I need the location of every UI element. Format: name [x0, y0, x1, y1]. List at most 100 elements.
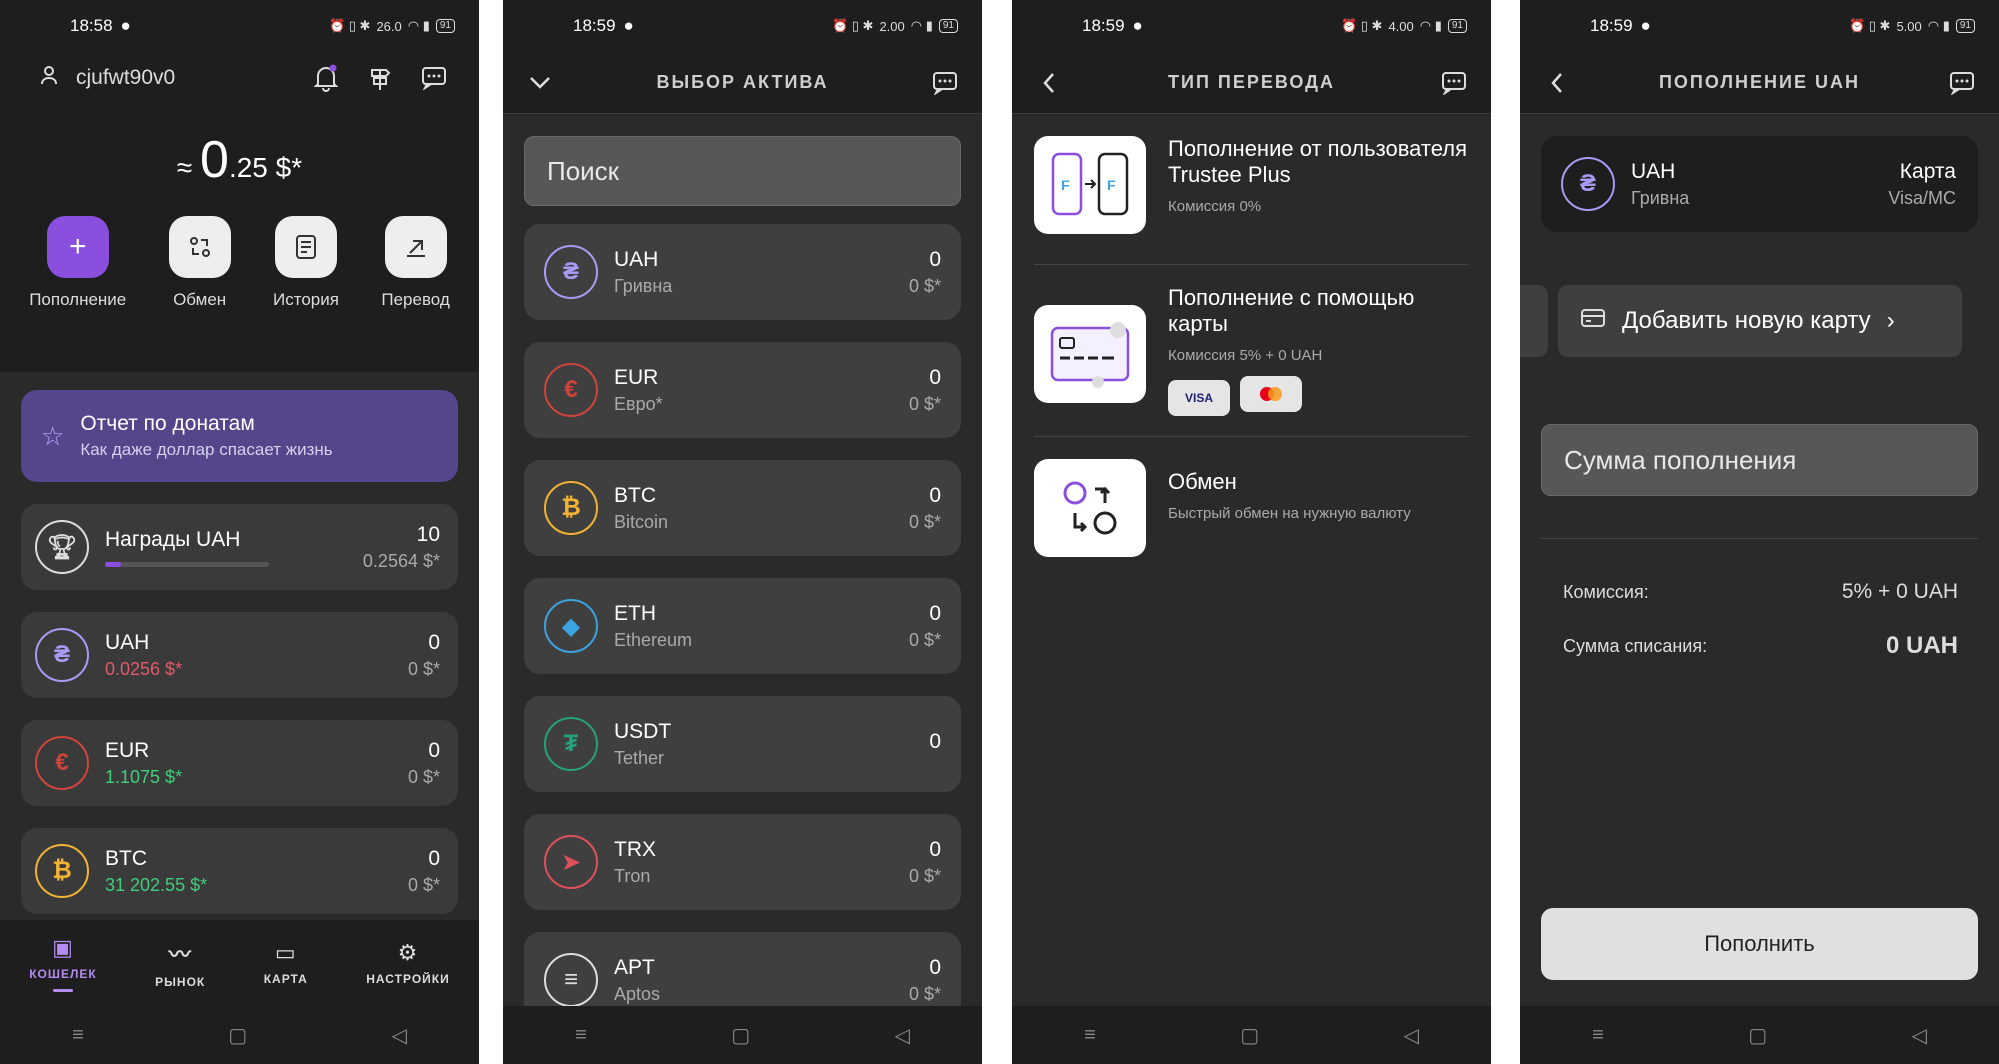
back-arrow-icon[interactable]: [1034, 68, 1064, 98]
asset-card-eur[interactable]: € EUR 1.1075 $* 0 0 $*: [21, 720, 458, 806]
asset-list-item[interactable]: € EUR Евро* 0 0 $*: [524, 342, 961, 438]
home-icon[interactable]: ▢: [731, 1023, 750, 1048]
home-icon[interactable]: ▢: [228, 1023, 247, 1048]
menu-icon[interactable]: ≡: [575, 1024, 587, 1047]
search-input[interactable]: Поиск: [524, 136, 961, 206]
asset-code: APT: [614, 955, 655, 979]
fee-row: Комиссия: 5% + 0 UAH: [1563, 580, 1958, 604]
battery-icon: 91: [435, 19, 455, 33]
menu-icon[interactable]: ≡: [1084, 1024, 1096, 1047]
option-title: Пополнение от пользователя Trustee Plus: [1168, 136, 1467, 187]
back-icon[interactable]: ◁: [1403, 1023, 1418, 1048]
signpost-icon[interactable]: [365, 63, 395, 93]
chevron-down-icon[interactable]: [525, 68, 555, 98]
topup-submit-button[interactable]: Пополнить: [1541, 908, 1978, 980]
bottom-tab-bar: ▣ КОШЕЛЕК 〰 РЫНОК ▭ КАРТА ⚙ НАСТРОЙКИ: [0, 920, 479, 1006]
header-icons: [311, 63, 449, 93]
asset-list-item[interactable]: ₮ USDT Tether 0: [524, 696, 961, 792]
topup-action-button[interactable]: + Пополнение: [29, 216, 126, 310]
asset-amount: 0: [929, 730, 941, 753]
asset-usd: 0 $*: [908, 511, 941, 532]
system-nav-bar: ≡ ▢ ◁: [503, 1006, 982, 1064]
currency-name: Гривна: [1631, 187, 1690, 208]
asset-list-item[interactable]: ◆ ETH Ethereum 0 0 $*: [524, 578, 961, 674]
button-label: Пополнить: [1704, 931, 1815, 956]
send-arrow-icon: [384, 216, 447, 278]
add-card-label: Добавить новую карту: [1622, 307, 1871, 334]
rewards-amount: 10: [416, 522, 440, 546]
option-trustee-transfer[interactable]: FF Пополнение от пользователя Trustee Pl…: [1012, 136, 1491, 234]
back-icon[interactable]: ◁: [894, 1023, 909, 1048]
tab-settings[interactable]: ⚙ НАСТРОЙКИ: [366, 940, 449, 986]
asset-name: Tron: [614, 865, 651, 886]
asset-card-uah[interactable]: ₴ UAH 0.0256 $* 0 0 $*: [21, 612, 458, 698]
status-bar: 18:59 ● ⏰ ▯ ✱ 4.00 ◠ ▮ 91: [1012, 0, 1491, 52]
tab-market[interactable]: 〰 РЫНОК: [155, 937, 205, 989]
chat-icon[interactable]: [419, 63, 449, 93]
chat-icon[interactable]: [930, 68, 960, 98]
back-icon[interactable]: ◁: [1911, 1023, 1926, 1048]
wallet-actions: + Пополнение Обмен История Перевод: [0, 216, 479, 310]
asset-rate: 1.1075 $*: [105, 766, 183, 787]
action-label: Перевод: [381, 290, 450, 309]
tab-card[interactable]: ▭ КАРТА: [264, 940, 308, 986]
previous-card-peek[interactable]: [1520, 285, 1548, 357]
battery-icon: 91: [1447, 19, 1467, 33]
total-balance: ≈ 0.25 $*: [0, 130, 479, 190]
exchange-action-button[interactable]: Обмен: [168, 216, 231, 310]
asset-name: Ethereum: [614, 629, 693, 650]
notifications-bell-icon[interactable]: [311, 63, 341, 93]
currency-method-card: ₴ UAH Гривна Карта Visa/MC: [1541, 136, 1978, 232]
menu-icon[interactable]: ≡: [72, 1024, 84, 1047]
credit-card-icon: [1580, 307, 1606, 335]
hryvnia-icon: ₴: [35, 628, 89, 682]
username: cjufwt90v0: [76, 66, 176, 89]
tab-label: НАСТРОЙКИ: [366, 972, 450, 986]
asset-amount: 0: [929, 601, 941, 625]
amount-input[interactable]: Сумма пополнения: [1541, 424, 1978, 496]
rewards-usd: 0.2564 $*: [362, 550, 440, 571]
gear-icon: ⚙: [397, 940, 419, 965]
chat-icon[interactable]: [1439, 68, 1469, 98]
history-action-button[interactable]: История: [273, 216, 339, 310]
net-speed: 4.00: [1388, 18, 1414, 34]
tab-label: КАРТА: [263, 972, 308, 986]
asset-list-item[interactable]: ₿ BTC Bitcoin 0 0 $*: [524, 460, 961, 556]
home-icon[interactable]: ▢: [1748, 1023, 1767, 1048]
rewards-card[interactable]: 🏆︎ Награды UAH 10 0.2564 $*: [21, 504, 458, 590]
user-icon: [40, 65, 58, 91]
asset-name: Евро*: [614, 393, 663, 414]
asset-name: Aptos: [614, 983, 661, 1004]
home-icon[interactable]: ▢: [1240, 1023, 1259, 1048]
transfer-action-button[interactable]: Перевод: [381, 216, 450, 310]
net-speed: 26.0: [376, 18, 402, 34]
add-new-card-button[interactable]: Добавить новую карту ›: [1558, 285, 1962, 357]
method-subtitle: Visa/MC: [1888, 187, 1956, 208]
method-title: Карта: [1899, 159, 1956, 183]
menu-icon[interactable]: ≡: [1592, 1024, 1604, 1047]
top-bar: ТИП ПЕРЕВОДА: [1012, 52, 1491, 114]
tab-wallet[interactable]: ▣ КОШЕЛЕК: [29, 935, 96, 992]
chat-icon[interactable]: [1947, 68, 1977, 98]
back-icon[interactable]: ◁: [391, 1023, 406, 1048]
status-time-text: 18:59: [1590, 16, 1633, 35]
tether-icon: ₮: [544, 717, 598, 771]
user-profile[interactable]: cjufwt90v0: [40, 65, 175, 91]
status-bar: 18:59 ● ⏰ ▯ ✱ 5.00 ◠ ▮ 91: [1520, 0, 1999, 52]
donations-banner[interactable]: ☆ Отчет по донатам Как даже доллар спасае…: [21, 390, 458, 482]
app-indicator-icon: ●: [623, 16, 634, 35]
asset-list-item[interactable]: ➤ TRX Tron 0 0 $*: [524, 814, 961, 910]
document-icon: [275, 216, 337, 278]
option-exchange[interactable]: Обмен Быстрый обмен на нужную валюту: [1012, 459, 1491, 557]
option-card-topup[interactable]: Пополнение с помощью карты Комиссия 5% + …: [1012, 285, 1491, 416]
status-icons: ⏰ ▯ ✱ 26.0 ◠ ▮ 91: [329, 18, 455, 34]
rewards-progress: [105, 561, 269, 567]
asset-amount: 0: [929, 955, 941, 979]
asset-list-item[interactable]: ₴ UAH Гривна 0 0 $*: [524, 224, 961, 320]
asset-select-screen: 18:59 ● ⏰ ▯ ✱ 2.00 ◠ ▮ 91 ВЫБОР АКТИВА По…: [503, 0, 982, 1064]
asset-name: BTC: [105, 846, 147, 870]
back-arrow-icon[interactable]: [1542, 68, 1572, 98]
asset-card-btc[interactable]: ₿ BTC 31 202.55 $* 0 0 $*: [21, 828, 458, 914]
asset-amount: 0: [929, 365, 941, 389]
asset-code: UAH: [614, 247, 659, 271]
